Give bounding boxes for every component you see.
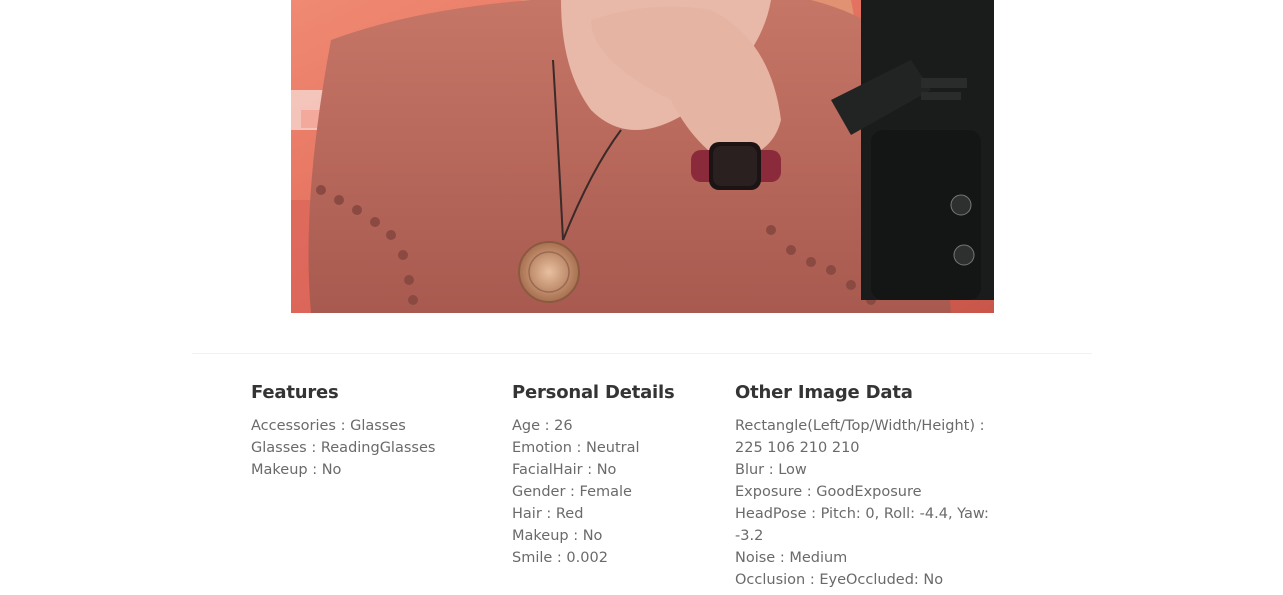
feature-makeup: Makeup : No [251,462,342,478]
feature-accessories: Accessories : Glasses [251,418,406,434]
other-blur: Blur : Low [735,462,807,478]
personal-details-section: Personal Details Age : 26 Emotion : Neut… [512,381,675,569]
section-divider [192,353,1092,354]
other-exposure: Exposure : GoodExposure [735,484,922,500]
personal-facial-hair: FacialHair : No [512,462,617,478]
other-image-data-heading: Other Image Data [735,382,913,403]
personal-details-heading: Personal Details [512,382,675,403]
features-section: Features Accessories : Glasses Glasses :… [251,381,435,481]
other-image-data-section: Other Image Data Rectangle(Left/Top/Widt… [735,381,995,591]
personal-hair: Hair : Red [512,506,584,522]
other-noise: Noise : Medium [735,550,848,566]
other-head-pose: HeadPose : Pitch: 0, Roll: -4.4, Yaw: -3… [735,506,989,544]
features-heading: Features [251,382,339,403]
personal-emotion: Emotion : Neutral [512,440,640,456]
analyzed-photo [291,0,994,313]
feature-glasses: Glasses : ReadingGlasses [251,440,436,456]
personal-makeup: Makeup : No [512,528,603,544]
other-occlusion: Occlusion : EyeOccluded: No [735,572,944,588]
personal-age: Age : 26 [512,418,573,434]
personal-smile: Smile : 0.002 [512,550,608,566]
photo-illustration [291,0,994,313]
other-rectangle: Rectangle(Left/Top/Width/Height) : 225 1… [735,418,985,456]
personal-gender: Gender : Female [512,484,632,500]
